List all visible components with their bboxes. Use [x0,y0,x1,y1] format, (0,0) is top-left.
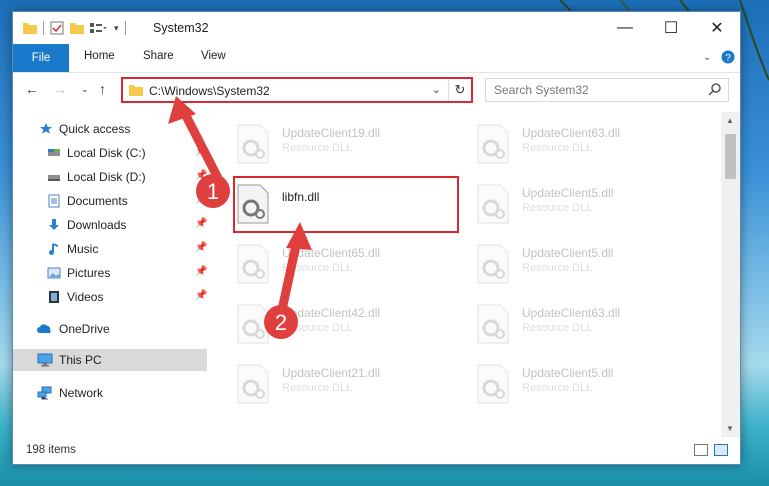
arrow-2-head [286,222,312,250]
step-1-label: 1 [207,179,219,204]
annotation-overlay: 1 2 [168,96,312,339]
step-2-label: 2 [275,310,287,335]
arrow-1-shaft [177,103,223,183]
